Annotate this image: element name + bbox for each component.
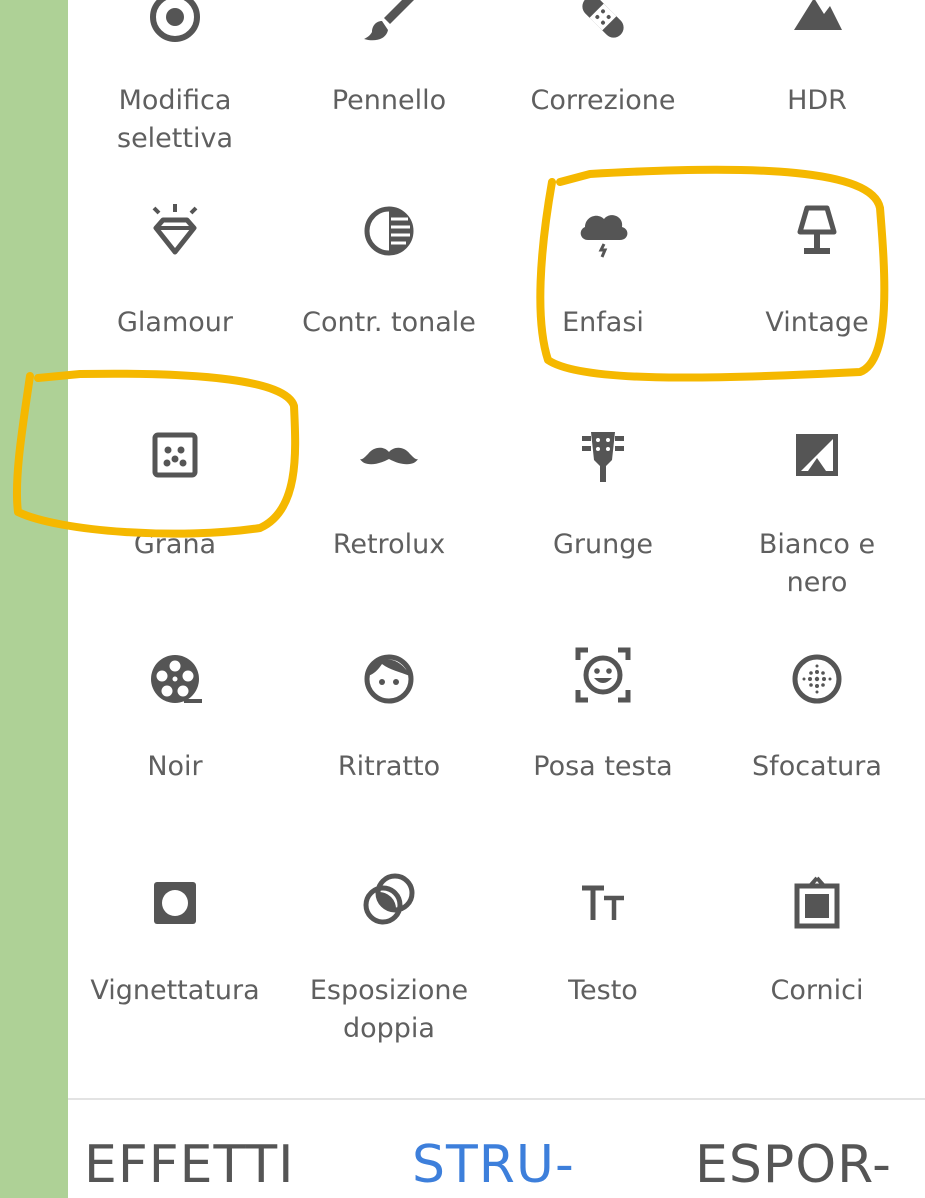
frame-icon — [788, 874, 846, 932]
mountain-icon — [788, 0, 846, 46]
tool-label: HDR — [787, 85, 847, 116]
brush-icon — [360, 0, 418, 46]
tools-panel: Modifica selettiva Pennello Correzione H… — [68, 0, 925, 1198]
storm-cloud-icon — [574, 202, 632, 260]
double-exposure-icon — [360, 870, 418, 928]
tool-label: Sfocatura — [752, 751, 882, 782]
bandage-icon — [574, 0, 632, 46]
tool-label: Cornici — [770, 975, 864, 1006]
face-pose-icon — [574, 646, 632, 704]
vignette-icon — [146, 874, 204, 932]
tonal-contrast-icon — [360, 202, 418, 260]
black-white-icon — [788, 426, 846, 484]
lamp-icon — [788, 202, 846, 260]
tab-export[interactable]: ESPOR- — [695, 1132, 892, 1198]
lens-blur-icon — [788, 650, 846, 708]
portrait-face-icon — [360, 650, 418, 708]
tool-label: Bianco e nero — [758, 529, 876, 598]
mustache-icon — [360, 426, 418, 484]
film-reel-icon — [146, 650, 204, 708]
nav-divider — [68, 1098, 925, 1100]
tab-tools[interactable]: STRU- — [412, 1132, 575, 1198]
text-icon — [574, 874, 632, 932]
guitar-head-icon — [574, 426, 632, 484]
target-icon — [146, 0, 204, 46]
grain-dots-icon — [146, 426, 204, 484]
tab-effects[interactable]: EFFETTI — [84, 1132, 294, 1198]
tool-label: Vintage — [765, 307, 869, 338]
diamond-icon — [146, 202, 204, 260]
